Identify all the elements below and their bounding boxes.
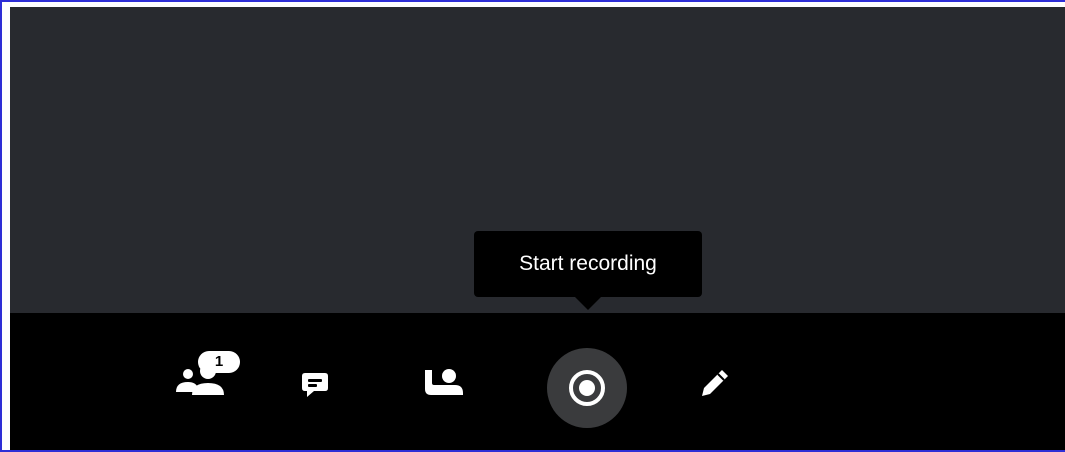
chat-button[interactable] <box>294 365 336 405</box>
record-tooltip: Start recording <box>474 231 702 297</box>
tooltip-text: Start recording <box>519 252 657 275</box>
meeting-toolbar: 1 <box>10 313 1065 450</box>
tooltip-arrow <box>574 296 602 310</box>
chat-icon <box>300 370 330 400</box>
meeting-window: Start recording 1 <box>0 0 1065 452</box>
record-icon <box>567 368 607 408</box>
record-button[interactable] <box>547 348 627 428</box>
raise-hand-button[interactable] <box>414 361 474 401</box>
pencil-icon <box>700 368 730 398</box>
left-gutter <box>2 2 10 450</box>
participants-count-badge: 1 <box>198 351 240 373</box>
raise-hand-icon <box>421 366 467 396</box>
whiteboard-button[interactable] <box>694 363 736 403</box>
